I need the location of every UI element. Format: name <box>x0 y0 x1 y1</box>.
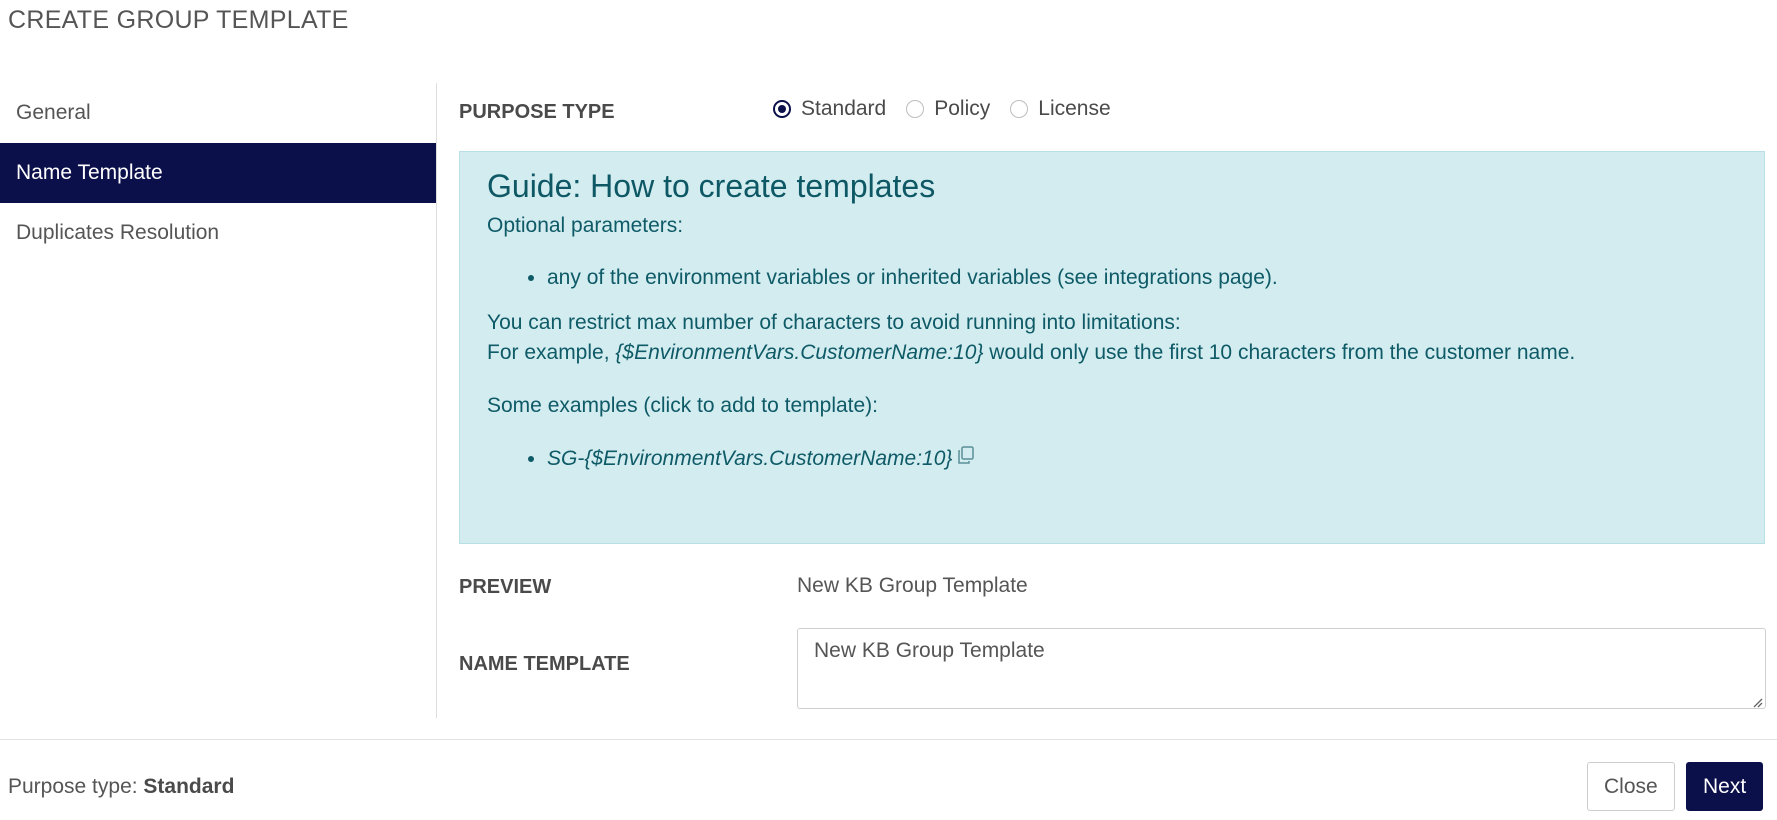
preview-row: PREVIEW New KB Group Template <box>459 574 1766 604</box>
guide-restrict-text: You can restrict max number of character… <box>487 311 1181 334</box>
purpose-type-label: PURPOSE TYPE <box>459 101 615 123</box>
guide-example-line: For example, {$EnvironmentVars.CustomerN… <box>487 338 1737 368</box>
guide-panel: Guide: How to create templates Optional … <box>459 151 1765 544</box>
guide-example-prefix: For example, <box>487 341 616 364</box>
next-button[interactable]: Next <box>1686 762 1764 811</box>
purpose-type-row: PURPOSE TYPE Standard Policy License <box>459 97 1766 131</box>
purpose-type-radio-group: Standard Policy License <box>773 97 1131 121</box>
footer-status-prefix: Purpose type: <box>8 775 144 798</box>
sidebar-item-duplicates-resolution[interactable]: Duplicates Resolution <box>0 203 436 263</box>
guide-example-suffix: would only use the first 10 characters f… <box>983 341 1576 364</box>
name-template-label: NAME TEMPLATE <box>459 653 630 675</box>
guide-optional-label: Optional parameters: <box>487 214 684 237</box>
guide-example-code: {$EnvironmentVars.CustomerName:10} <box>615 341 984 364</box>
footer-status: Purpose type: Standard <box>8 775 234 799</box>
sidebar-item-general[interactable]: General <box>0 83 436 143</box>
list-item: any of the environment variables or inhe… <box>547 263 1737 293</box>
name-template-input[interactable]: New KB Group Template <box>797 628 1766 709</box>
purpose-radio-policy[interactable]: Policy <box>906 97 990 121</box>
guide-example-item[interactable]: SG-{$EnvironmentVars.CustomerName:10} <box>547 444 1737 474</box>
footer-status-value: Standard <box>143 775 235 798</box>
radio-unchecked-icon[interactable] <box>906 100 925 118</box>
preview-value: New KB Group Template <box>797 574 1028 597</box>
copy-icon[interactable] <box>956 444 976 474</box>
guide-title: Guide: How to create templates <box>487 168 936 204</box>
purpose-radio-standard[interactable]: Standard <box>773 97 886 121</box>
radio-checked-icon[interactable] <box>773 100 791 118</box>
guide-examples-list: SG-{$EnvironmentVars.CustomerName:10} <box>487 444 1737 474</box>
footer-divider <box>0 739 1777 740</box>
purpose-radio-standard-label: Standard <box>801 97 887 120</box>
guide-optional-list: any of the environment variables or inhe… <box>487 263 1737 293</box>
purpose-radio-license-label: License <box>1038 97 1111 120</box>
preview-label: PREVIEW <box>459 576 552 598</box>
sidebar: General Name Template Duplicates Resolut… <box>0 83 437 718</box>
dialog-title: CREATE GROUP TEMPLATE <box>8 6 349 34</box>
sidebar-item-name-template[interactable]: Name Template <box>0 143 436 203</box>
guide-examples-label: Some examples (click to add to template)… <box>487 394 879 417</box>
purpose-radio-license[interactable]: License <box>1010 97 1111 121</box>
close-button[interactable]: Close <box>1587 762 1675 811</box>
purpose-radio-policy-label: Policy <box>934 97 991 120</box>
guide-example-template[interactable]: SG-{$EnvironmentVars.CustomerName:10} <box>547 447 952 470</box>
radio-unchecked-icon[interactable] <box>1010 100 1029 118</box>
